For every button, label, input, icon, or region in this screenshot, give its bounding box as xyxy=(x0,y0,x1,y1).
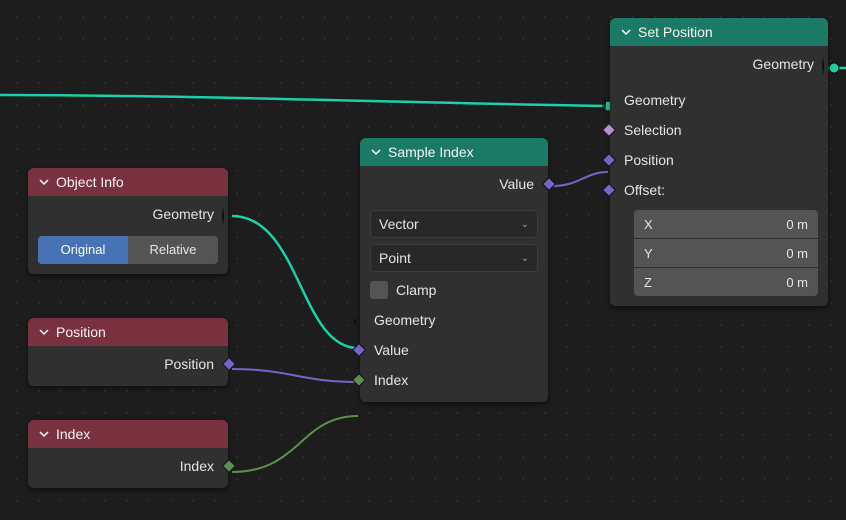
transform-space-toggle[interactable]: Original Relative xyxy=(38,236,218,264)
axis-value: 0 m xyxy=(653,246,808,261)
socket-label: Index xyxy=(180,458,214,474)
chevron-down-icon xyxy=(370,146,382,158)
node-position[interactable]: Position Position xyxy=(28,318,228,386)
output-geometry[interactable]: Geometry xyxy=(38,202,218,226)
node-title: Set Position xyxy=(638,24,713,40)
socket-geometry-icon[interactable] xyxy=(354,313,356,331)
socket-vector-icon[interactable] xyxy=(222,357,236,371)
clamp-checkbox[interactable] xyxy=(370,281,388,299)
node-set-position[interactable]: Set Position Geometry Geometry Selection… xyxy=(610,18,828,306)
node-header[interactable]: Object Info xyxy=(28,168,228,196)
chevron-down-icon: ⌄ xyxy=(521,219,529,230)
input-geometry[interactable]: Geometry xyxy=(620,88,818,112)
output-geometry[interactable]: Geometry xyxy=(620,52,818,76)
chevron-down-icon xyxy=(620,26,632,38)
node-title: Index xyxy=(56,426,90,442)
socket-int-icon[interactable] xyxy=(222,459,236,473)
dropdown-value: Vector xyxy=(379,216,419,232)
socket-geometry-icon[interactable] xyxy=(822,57,824,75)
input-offset[interactable]: Offset: xyxy=(620,178,818,202)
node-sample-index[interactable]: Sample Index Value Vector ⌄ Point ⌄ Clam… xyxy=(360,138,548,402)
socket-label: Position xyxy=(164,356,214,372)
toggle-original[interactable]: Original xyxy=(38,236,128,264)
toggle-relative[interactable]: Relative xyxy=(128,236,218,264)
node-header[interactable]: Sample Index xyxy=(360,138,548,166)
axis-value: 0 m xyxy=(653,217,808,232)
socket-label: Selection xyxy=(624,122,682,138)
input-value[interactable]: Value xyxy=(370,338,538,362)
node-header[interactable]: Position xyxy=(28,318,228,346)
socket-label: Value xyxy=(374,342,409,358)
axis-label: X xyxy=(644,217,653,232)
input-position[interactable]: Position xyxy=(620,148,818,172)
node-title: Object Info xyxy=(56,174,124,190)
socket-label: Geometry xyxy=(753,56,814,72)
offset-z-field[interactable]: Z 0 m xyxy=(634,268,818,296)
chevron-down-icon: ⌄ xyxy=(521,253,529,264)
axis-label: Z xyxy=(644,275,652,290)
socket-vector-icon[interactable] xyxy=(542,177,556,191)
input-index[interactable]: Index xyxy=(370,368,538,392)
output-index[interactable]: Index xyxy=(38,454,218,478)
socket-label: Index xyxy=(374,372,408,388)
axis-label: Y xyxy=(644,246,653,261)
dropdown-value: Point xyxy=(379,250,411,266)
node-title: Position xyxy=(56,324,106,340)
axis-value: 0 m xyxy=(652,275,808,290)
socket-label: Offset: xyxy=(624,182,665,198)
clamp-label: Clamp xyxy=(396,282,436,298)
offset-x-field[interactable]: X 0 m xyxy=(634,210,818,238)
data-type-dropdown[interactable]: Vector ⌄ xyxy=(370,210,538,238)
node-index[interactable]: Index Index xyxy=(28,420,228,488)
node-object-info[interactable]: Object Info Geometry Original Relative xyxy=(28,168,228,274)
socket-label: Geometry xyxy=(374,312,435,328)
socket-label: Value xyxy=(499,176,534,192)
clamp-checkbox-row[interactable]: Clamp xyxy=(370,278,538,302)
socket-int-icon[interactable] xyxy=(352,373,366,387)
socket-geometry-icon[interactable] xyxy=(604,93,606,111)
input-selection[interactable]: Selection xyxy=(620,118,818,142)
output-value[interactable]: Value xyxy=(370,172,538,196)
output-position[interactable]: Position xyxy=(38,352,218,376)
input-geometry[interactable]: Geometry xyxy=(370,308,538,332)
socket-label: Geometry xyxy=(624,92,685,108)
chevron-down-icon xyxy=(38,326,50,338)
node-header[interactable]: Index xyxy=(28,420,228,448)
chevron-down-icon xyxy=(38,428,50,440)
socket-geometry-icon[interactable] xyxy=(222,207,224,225)
node-header[interactable]: Set Position xyxy=(610,18,828,46)
chevron-down-icon xyxy=(38,176,50,188)
socket-label: Geometry xyxy=(153,206,214,222)
socket-vector-icon[interactable] xyxy=(602,183,616,197)
socket-vector-icon[interactable] xyxy=(352,343,366,357)
offset-y-field[interactable]: Y 0 m xyxy=(634,239,818,267)
socket-label: Position xyxy=(624,152,674,168)
domain-dropdown[interactable]: Point ⌄ xyxy=(370,244,538,272)
socket-vector-icon[interactable] xyxy=(602,153,616,167)
socket-boolean-icon[interactable] xyxy=(602,123,616,137)
node-title: Sample Index xyxy=(388,144,474,160)
